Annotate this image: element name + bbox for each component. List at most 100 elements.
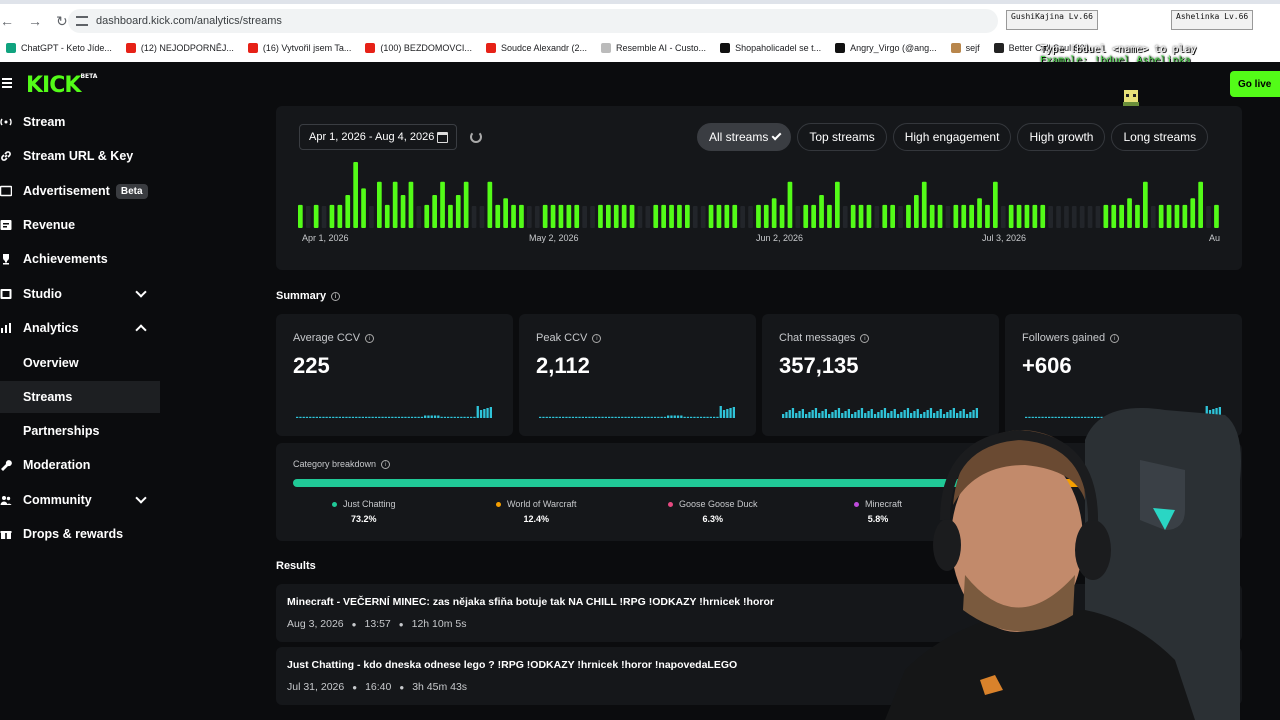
- stream-day-bar[interactable]: [345, 195, 351, 228]
- stream-day-bar[interactable]: [993, 181, 998, 228]
- streams-timeline-chart[interactable]: [298, 160, 1222, 228]
- bookmark-item[interactable]: Soudce Alexandr (2...: [485, 43, 587, 53]
- stream-day-bar[interactable]: [1040, 204, 1046, 228]
- stream-day-bar[interactable]: [463, 181, 469, 228]
- bookmark-item[interactable]: Resemble AI - Custo...: [601, 43, 706, 53]
- stream-day-bar[interactable]: [677, 204, 682, 228]
- stream-day-bar[interactable]: [921, 181, 927, 228]
- bookmark-item[interactable]: ChatGPT - Keto Jíde...: [6, 43, 112, 53]
- empty-day-bar[interactable]: [1056, 206, 1061, 228]
- stream-day-bar[interactable]: [787, 181, 793, 228]
- stream-day-bar[interactable]: [708, 204, 714, 228]
- go-live-button[interactable]: Go live: [1230, 71, 1280, 97]
- stream-day-bar[interactable]: [519, 204, 524, 228]
- info-icon[interactable]: i: [381, 459, 391, 469]
- stream-day-bar[interactable]: [1198, 181, 1203, 228]
- stream-day-bar[interactable]: [1032, 204, 1038, 228]
- stream-day-bar[interactable]: [598, 204, 603, 228]
- stream-day-bar[interactable]: [771, 198, 777, 228]
- stream-day-bar[interactable]: [606, 204, 611, 228]
- stream-day-bar[interactable]: [803, 204, 809, 228]
- empty-day-bar[interactable]: [795, 206, 801, 228]
- chevron-down-icon[interactable]: [135, 492, 147, 504]
- reset-icon[interactable]: [470, 131, 482, 143]
- stream-day-bar[interactable]: [1143, 181, 1148, 228]
- stream-day-bar[interactable]: [953, 204, 959, 228]
- empty-day-bar[interactable]: [321, 206, 327, 228]
- stream-day-bar[interactable]: [298, 204, 303, 228]
- empty-day-bar[interactable]: [945, 206, 951, 228]
- sidebar-item-studio[interactable]: Studio: [0, 278, 160, 310]
- stream-day-bar[interactable]: [977, 198, 982, 228]
- bookmark-item[interactable]: (100) BEZDOMOVCI...: [365, 43, 472, 53]
- reload-icon[interactable]: ↻: [56, 13, 68, 30]
- stream-day-bar[interactable]: [1111, 204, 1117, 228]
- stream-day-bar[interactable]: [448, 204, 453, 228]
- date-range-picker[interactable]: Apr 1, 2026 - Aug 4, 2026: [299, 124, 457, 150]
- stream-day-bar[interactable]: [613, 204, 619, 228]
- sidebar-item-streams[interactable]: Streams: [0, 381, 160, 413]
- empty-day-bar[interactable]: [842, 206, 848, 228]
- stream-day-bar[interactable]: [661, 204, 666, 228]
- stream-day-bar[interactable]: [1024, 204, 1030, 228]
- info-icon[interactable]: i: [592, 333, 602, 343]
- empty-day-bar[interactable]: [534, 206, 540, 228]
- stream-day-bar[interactable]: [890, 204, 895, 228]
- stream-day-bar[interactable]: [763, 204, 769, 228]
- stream-day-bar[interactable]: [835, 181, 840, 228]
- stream-day-bar[interactable]: [424, 204, 430, 228]
- stream-day-bar[interactable]: [1174, 204, 1180, 228]
- sidebar-item-overview[interactable]: Overview: [0, 347, 160, 379]
- sidebar-item-drops-rewards[interactable]: Drops & rewards: [0, 518, 160, 550]
- chip-long-streams[interactable]: Long streams: [1111, 123, 1209, 151]
- stream-day-bar[interactable]: [329, 204, 335, 228]
- stream-day-bar[interactable]: [1103, 204, 1109, 228]
- stream-day-bar[interactable]: [1135, 204, 1140, 228]
- site-settings-icon[interactable]: [76, 16, 88, 26]
- stream-day-bar[interactable]: [969, 204, 974, 228]
- empty-day-bar[interactable]: [590, 206, 595, 228]
- stream-day-bar[interactable]: [440, 181, 445, 228]
- sidebar-item-revenue[interactable]: Revenue: [0, 209, 160, 241]
- stream-day-bar[interactable]: [1008, 204, 1014, 228]
- stream-day-bar[interactable]: [574, 204, 580, 228]
- stream-day-bar[interactable]: [1190, 198, 1196, 228]
- stream-day-bar[interactable]: [455, 195, 461, 228]
- stream-day-bar[interactable]: [511, 204, 516, 228]
- sidebar-item-partnerships[interactable]: Partnerships: [0, 415, 160, 447]
- info-icon[interactable]: i: [1110, 333, 1120, 343]
- info-icon[interactable]: i: [860, 333, 870, 343]
- stream-day-bar[interactable]: [432, 195, 437, 228]
- empty-day-bar[interactable]: [416, 206, 422, 228]
- chevron-down-icon[interactable]: [135, 286, 147, 298]
- stream-day-bar[interactable]: [361, 188, 366, 228]
- bookmark-item[interactable]: Angry_Virgo (@ang...: [835, 43, 937, 53]
- empty-day-bar[interactable]: [1150, 206, 1156, 228]
- stream-day-bar[interactable]: [819, 195, 824, 228]
- bookmark-item[interactable]: Shopaholicadel se t...: [720, 43, 821, 53]
- stream-day-bar[interactable]: [858, 204, 864, 228]
- sidebar-item-stream[interactable]: Stream: [0, 106, 160, 138]
- empty-day-bar[interactable]: [1071, 206, 1077, 228]
- kick-logo[interactable]: KICKBETA: [26, 73, 97, 98]
- sidebar-item-stream-url-key[interactable]: Stream URL & Key: [0, 140, 160, 172]
- stream-day-bar[interactable]: [337, 204, 343, 228]
- sidebar-item-achievements[interactable]: Achievements: [0, 243, 160, 275]
- stream-day-bar[interactable]: [811, 204, 816, 228]
- bookmark-item[interactable]: (16) Vytvořil jsem Ta...: [247, 43, 351, 53]
- stream-day-bar[interactable]: [550, 204, 556, 228]
- empty-day-bar[interactable]: [305, 206, 311, 228]
- empty-day-bar[interactable]: [479, 206, 485, 228]
- empty-day-bar[interactable]: [898, 206, 903, 228]
- stream-day-bar[interactable]: [1158, 204, 1164, 228]
- stream-day-bar[interactable]: [392, 181, 398, 228]
- chip-high-engagement[interactable]: High engagement: [892, 123, 1012, 151]
- sidebar-item-moderation[interactable]: Moderation: [0, 449, 160, 481]
- chevron-up-icon[interactable]: [135, 324, 147, 336]
- stream-day-bar[interactable]: [487, 181, 493, 228]
- stream-day-bar[interactable]: [866, 204, 872, 228]
- empty-day-bar[interactable]: [700, 206, 706, 228]
- stream-day-bar[interactable]: [566, 204, 572, 228]
- stream-day-bar[interactable]: [779, 204, 785, 228]
- empty-day-bar[interactable]: [471, 206, 477, 228]
